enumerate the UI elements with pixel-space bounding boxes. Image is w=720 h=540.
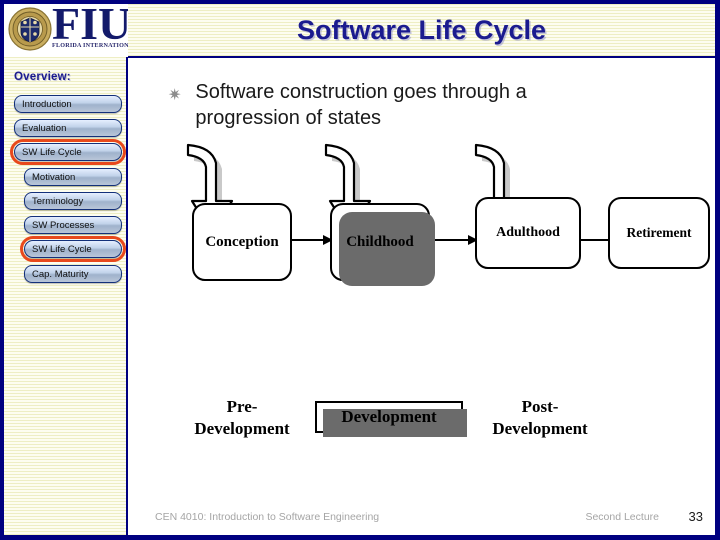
slide-content: ✷ Software construction goes through a p…	[130, 58, 715, 503]
slide-title-bar: Software Life Cycle	[128, 4, 715, 56]
sidebar-item-introduction[interactable]: Introduction	[14, 95, 122, 113]
sidebar-item-label: SW Life Cycle	[32, 243, 92, 255]
footer-lecture-text: Second Lecture	[585, 511, 659, 523]
sidebar-item-motivation[interactable]: Motivation	[24, 168, 122, 186]
sidebar-item-terminology[interactable]: Terminology	[24, 192, 122, 210]
sidebar: Overview: Introduction Evaluation SW Lif…	[4, 57, 128, 535]
sidebar-item-evaluation[interactable]: Evaluation	[14, 119, 122, 137]
phase-label-development: Development	[341, 407, 437, 426]
sidebar-item-sw-processes[interactable]: SW Processes	[24, 216, 122, 234]
stage-box-adulthood[interactable]: Adulthood	[475, 197, 581, 269]
stage-box-retirement[interactable]: Retirement	[608, 197, 710, 269]
sidebar-item-label: Introduction	[22, 98, 72, 110]
stage-label: Adulthood	[496, 225, 560, 240]
stage-label: Retirement	[626, 225, 692, 240]
sidebar-item-sw-life-cycle[interactable]: SW Life Cycle	[10, 139, 126, 165]
slide: FIU FLORIDA INTERNATIONAL UNIVERSITY Sof…	[0, 0, 720, 540]
phase-box-development[interactable]: Development	[315, 401, 467, 437]
arrow-childhood-to-adulthood	[435, 235, 478, 245]
slide-footer: CEN 4010: Introduction to Software Engin…	[130, 503, 715, 535]
slide-border-bottom	[0, 535, 720, 540]
phase-label-post-development: Post- Development	[450, 396, 630, 441]
phase-label-line2: Development	[194, 419, 290, 439]
fiu-subtitle: FLORIDA INTERNATIONAL UNIVERSITY	[52, 43, 128, 49]
sidebar-item-label: Motivation	[32, 171, 76, 183]
fiu-logo: FIU FLORIDA INTERNATIONAL UNIVERSITY	[4, 4, 128, 56]
stage-label: Childhood	[346, 233, 414, 250]
stage-label: Conception	[205, 233, 279, 250]
life-cycle-diagram: Conception Childhood Adulthood Retiremen…	[130, 58, 715, 503]
sidebar-item-label: Cap. Maturity	[32, 268, 89, 280]
slide-border-right	[715, 0, 720, 540]
phase-label-line1: Pre-	[226, 397, 258, 416]
sidebar-item-sw-life-cycle-sub[interactable]: SW Life Cycle	[20, 236, 126, 262]
stage-box-childhood[interactable]: Childhood	[330, 203, 435, 286]
phase-label-line2: Development	[492, 419, 588, 439]
arrow-conception-to-childhood	[290, 235, 333, 245]
sidebar-item-cap-maturity[interactable]: Cap. Maturity	[24, 265, 122, 283]
phase-label-pre-development: Pre- Development	[152, 396, 332, 441]
stage-box-conception[interactable]: Conception	[192, 203, 292, 281]
sidebar-heading: Overview:	[14, 71, 71, 83]
page-title: Software Life Cycle	[296, 14, 547, 45]
sidebar-item-label: Evaluation	[22, 122, 67, 134]
phase-label-line1: Post-	[521, 397, 559, 416]
footer-page-number: 33	[688, 509, 703, 524]
fiu-seal-icon	[8, 7, 52, 51]
sidebar-item-label: SW Processes	[32, 219, 95, 231]
sidebar-item-label: SW Life Cycle	[22, 146, 82, 158]
sidebar-item-label: Terminology	[32, 195, 84, 207]
footer-course-text: CEN 4010: Introduction to Software Engin…	[155, 511, 380, 523]
